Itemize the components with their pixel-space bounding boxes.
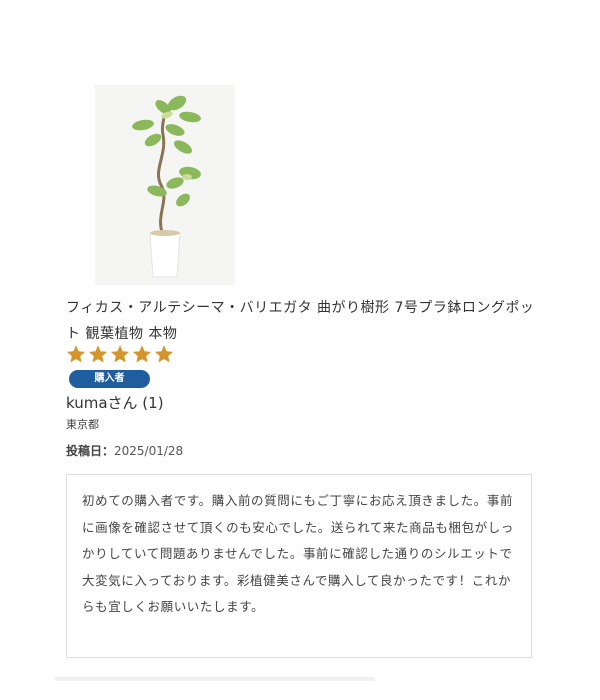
divider (55, 677, 375, 681)
plant-photo-icon (132, 95, 201, 278)
product-image[interactable] (95, 85, 235, 285)
reviewer-location: 東京都 (66, 418, 99, 431)
purchaser-badge: 購入者 (69, 370, 150, 388)
star-icon (132, 345, 152, 363)
posted-date-label: 投稿日： (66, 444, 115, 458)
posted-date: 2025/01/28 (114, 444, 184, 458)
product-title[interactable]: フィカス・アルテシーマ・バリエガタ 曲がり樹形 7号プラ鉢ロングポット 観葉植物… (66, 295, 536, 347)
review-body-box: 初めての購入者です。購入前の質問にもご丁寧にお応え頂きました。事前に画像を確認さ… (66, 474, 532, 658)
reviewer-name: kumaさん (1) (66, 394, 164, 412)
star-icon (154, 345, 174, 363)
star-icon (110, 345, 130, 363)
star-rating (66, 344, 174, 366)
star-icon (66, 345, 86, 363)
review-body: 初めての購入者です。購入前の質問にもご丁寧にお応え頂きました。事前に画像を確認さ… (82, 493, 514, 614)
star-icon (88, 345, 108, 363)
posted-date-row: 投稿日：2025/01/28 (66, 443, 183, 459)
